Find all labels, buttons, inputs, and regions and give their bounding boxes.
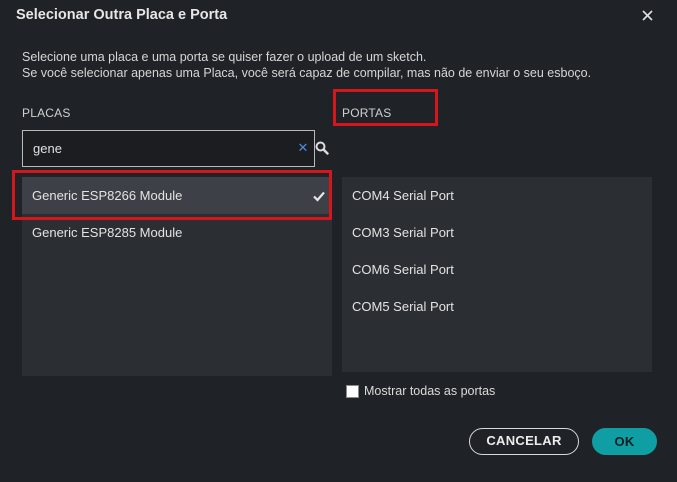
board-item-esp8285[interactable]: Generic ESP8285 Module bbox=[22, 214, 332, 251]
close-icon[interactable] bbox=[636, 4, 658, 26]
board-item-label: Generic ESP8285 Module bbox=[32, 225, 183, 240]
port-item-label: COM5 Serial Port bbox=[352, 299, 454, 314]
clear-icon[interactable]: ✕ bbox=[295, 140, 311, 156]
show-all-ports-label: Mostrar todas as portas bbox=[364, 384, 496, 398]
description-line-2: Se você selecionar apenas uma Placa, voc… bbox=[22, 66, 592, 80]
port-item-com5[interactable]: COM5 Serial Port bbox=[342, 288, 652, 325]
port-item-label: COM4 Serial Port bbox=[352, 188, 454, 203]
checkmark-icon bbox=[313, 191, 325, 202]
dialog-title: Selecionar Outra Placa e Porta bbox=[16, 7, 228, 23]
port-item-com4[interactable]: COM4 Serial Port bbox=[342, 177, 652, 214]
dialog-description: Selecione uma placa e uma porta se quise… bbox=[22, 49, 591, 81]
show-all-ports-checkbox[interactable] bbox=[346, 384, 359, 398]
ports-list: COM4 Serial Port COM3 Serial Port COM6 S… bbox=[342, 177, 652, 372]
board-item-esp8266[interactable]: Generic ESP8266 Module bbox=[22, 177, 332, 214]
port-item-com6[interactable]: COM6 Serial Port bbox=[342, 251, 652, 288]
ports-label: PORTAS bbox=[342, 106, 392, 120]
port-item-label: COM3 Serial Port bbox=[352, 225, 454, 240]
port-item-label: COM6 Serial Port bbox=[352, 262, 454, 277]
description-line-1: Selecione uma placa e uma porta se quise… bbox=[22, 50, 427, 64]
ok-button[interactable]: OK bbox=[592, 428, 657, 455]
boards-label: PLACAS bbox=[22, 106, 71, 120]
select-board-dialog: Selecionar Outra Placa e Porta Selecione… bbox=[0, 0, 677, 482]
board-search-input[interactable] bbox=[23, 131, 291, 166]
search-icon[interactable] bbox=[315, 141, 329, 157]
boards-list: Generic ESP8266 Module Generic ESP8285 M… bbox=[22, 177, 332, 376]
board-item-label: Generic ESP8266 Module bbox=[32, 188, 183, 203]
show-all-ports-toggle[interactable]: Mostrar todas as portas bbox=[346, 384, 495, 398]
cancel-button[interactable]: CANCELAR bbox=[469, 428, 579, 455]
board-search-field: ✕ bbox=[22, 130, 315, 167]
port-item-com3[interactable]: COM3 Serial Port bbox=[342, 214, 652, 251]
